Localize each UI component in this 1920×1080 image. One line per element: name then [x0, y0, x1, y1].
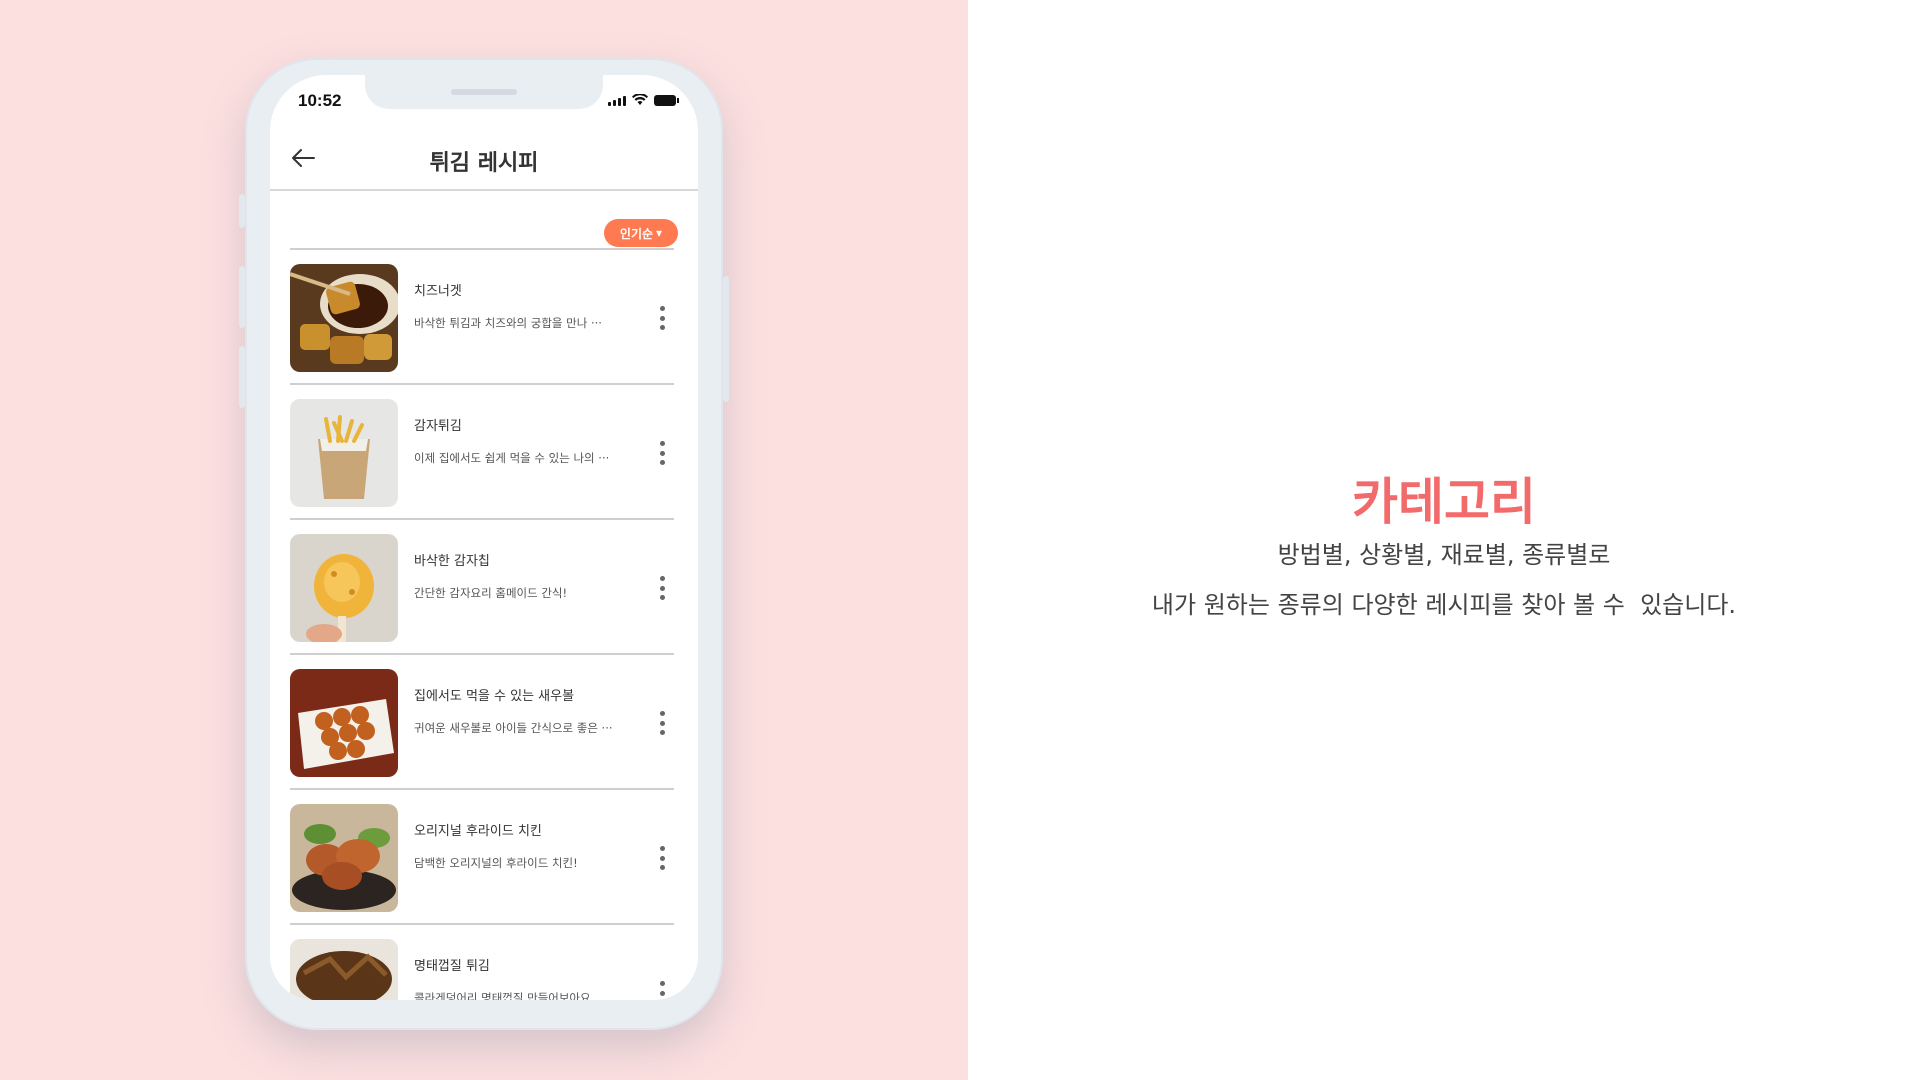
- recipe-description: 담백한 오리지널의 후라이드 치킨!: [414, 856, 578, 870]
- recipe-thumbnail-shrimp-balls: [290, 669, 398, 777]
- recipe-title: 바삭한 감자칩: [414, 554, 490, 569]
- recipe-title: 명태껍질 튀김: [414, 959, 490, 974]
- recipe-item[interactable]: 오리지널 후라이드 치킨 담백한 오리지널의 후라이드 치킨!: [290, 788, 674, 923]
- app-header: 튀김 레시피: [270, 127, 698, 191]
- phone-volume-up-button: [239, 266, 245, 328]
- recipe-description: 귀여운 새우볼로 아이들 간식으로 좋은 ···: [414, 721, 613, 735]
- status-time: 10:52: [298, 91, 342, 110]
- more-vertical-icon[interactable]: [656, 438, 668, 468]
- recipe-title: 감자튀김: [414, 419, 462, 434]
- more-vertical-icon[interactable]: [656, 708, 668, 738]
- status-icons: [608, 94, 679, 106]
- recipe-thumbnail-potato-chip: [290, 534, 398, 642]
- page-title: 튀김 레시피: [429, 151, 539, 176]
- more-vertical-icon[interactable]: [656, 303, 668, 333]
- signal-icon: [608, 96, 626, 106]
- more-vertical-icon[interactable]: [656, 843, 668, 873]
- wifi-icon: [632, 94, 648, 105]
- right-panel: 카테고리 방법별, 상황별, 재료별, 종류별로 내가 원하는 종류의 다양한 …: [968, 0, 1920, 1080]
- recipe-thumbnail-pollock-skin: [290, 939, 398, 1000]
- category-description-line2: 내가 원하는 종류의 다양한 레시피를 찾아 볼 수 있습니다.: [1151, 591, 1737, 619]
- phone-power-button: [723, 276, 729, 402]
- category-title: 카테고리: [1352, 473, 1536, 531]
- phone-mockup: 10:52 튀김 레시피 인기순 ▾ 치즈너겟 바삭한 튀김과 치즈와의 궁합을…: [239, 58, 729, 1030]
- sort-label: 인기순: [619, 226, 654, 241]
- recipe-thumbnail-fried-chicken: [290, 804, 398, 912]
- recipe-title: 오리지널 후라이드 치킨: [414, 824, 542, 839]
- recipe-item[interactable]: 집에서도 먹을 수 있는 새우볼 귀여운 새우볼로 아이들 간식으로 좋은 ··…: [290, 653, 674, 788]
- more-vertical-icon[interactable]: [656, 573, 668, 603]
- recipe-thumbnail-french-fries: [290, 399, 398, 507]
- recipe-description: 이제 집에서도 쉽게 먹을 수 있는 나의 ···: [414, 451, 610, 465]
- phone-notch: [365, 75, 603, 109]
- recipe-description: 바삭한 튀김과 치즈와의 궁합을 만나 ···: [414, 316, 602, 330]
- more-vertical-icon[interactable]: [656, 978, 668, 1000]
- recipe-item[interactable]: 바삭한 감자칩 간단한 감자요리 홈메이드 간식!: [290, 518, 674, 653]
- category-description-line1: 방법별, 상황별, 재료별, 종류별로: [1277, 541, 1611, 569]
- recipe-description: 콜라겐덩어리 명태껍질 만들어보아요: [414, 991, 591, 1000]
- recipe-title: 집에서도 먹을 수 있는 새우볼: [414, 689, 575, 704]
- battery-icon: [654, 95, 679, 106]
- recipe-title: 치즈너겟: [414, 284, 462, 299]
- recipe-list: 치즈너겟 바삭한 튀김과 치즈와의 궁합을 만나 ··· 감자튀김 이제 집에서…: [290, 248, 674, 1000]
- recipe-description: 간단한 감자요리 홈메이드 간식!: [414, 586, 568, 600]
- phone-side-button: [239, 194, 245, 228]
- recipe-item[interactable]: 치즈너겟 바삭한 튀김과 치즈와의 궁합을 만나 ···: [290, 248, 674, 383]
- caret-down-icon: ▾: [656, 226, 663, 240]
- recipe-thumbnail-cheese-nugget: [290, 264, 398, 372]
- speaker-grille: [451, 89, 517, 95]
- sort-dropdown-button[interactable]: 인기순 ▾: [604, 219, 678, 247]
- phone-volume-down-button: [239, 346, 245, 408]
- recipe-item[interactable]: 명태껍질 튀김 콜라겐덩어리 명태껍질 만들어보아요: [290, 923, 674, 1000]
- recipe-item[interactable]: 감자튀김 이제 집에서도 쉽게 먹을 수 있는 나의 ···: [290, 383, 674, 518]
- phone-screen: 10:52 튀김 레시피 인기순 ▾ 치즈너겟 바삭한 튀김과 치즈와의 궁합을…: [270, 75, 698, 1000]
